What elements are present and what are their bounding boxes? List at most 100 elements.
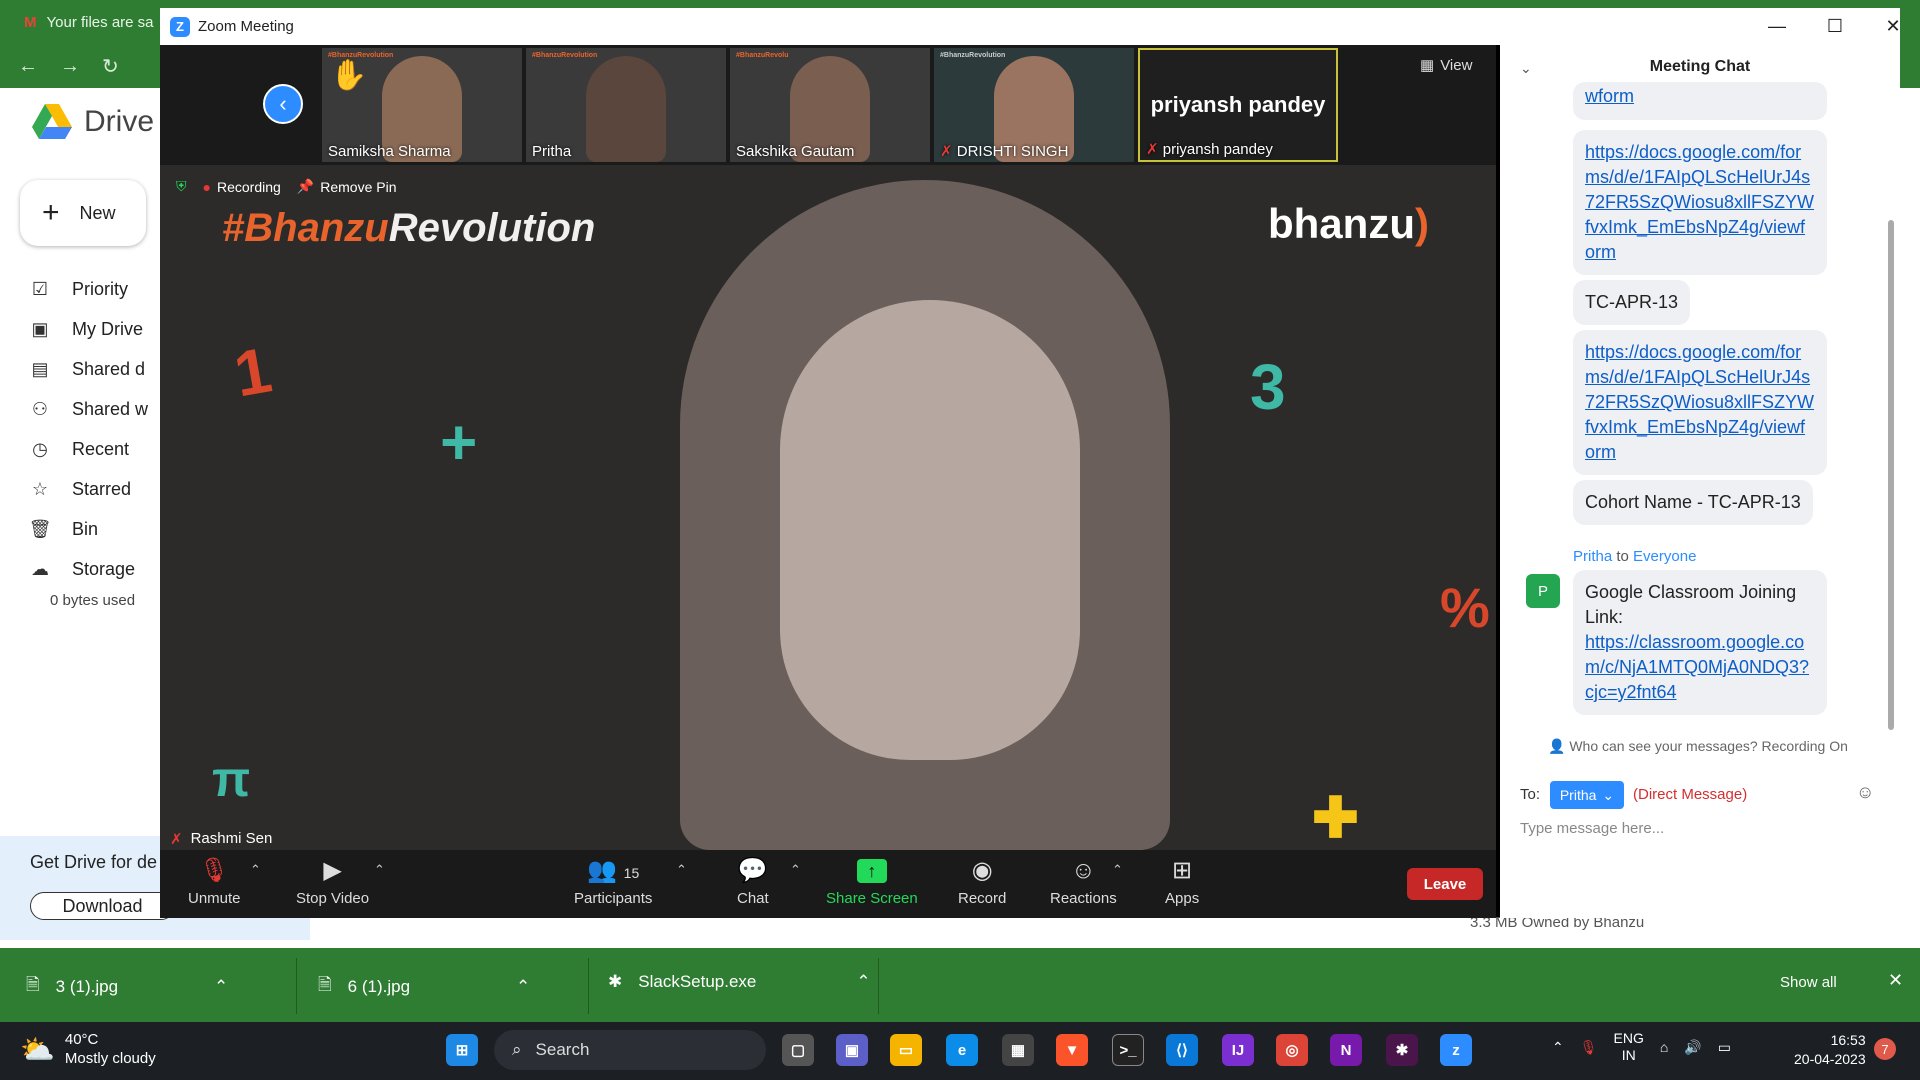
task-view-icon[interactable]: ▢ — [782, 1034, 814, 1066]
recipient-select[interactable]: Pritha ⌄ — [1550, 781, 1624, 809]
record-button[interactable]: ◉ Record — [958, 856, 1006, 907]
language-indicator[interactable]: ENG IN — [1614, 1030, 1644, 1064]
chevron-up-icon[interactable]: ⌃ — [1552, 1039, 1564, 1056]
reload-icon[interactable]: ↻ — [102, 54, 119, 79]
remove-pin-button[interactable]: 📌 Remove Pin — [297, 178, 397, 195]
participant-name: Samiksha Sharma — [328, 143, 451, 160]
chat-link[interactable]: https://docs.google.com/forms/d/e/1FAIpQ… — [1585, 342, 1814, 462]
speaker-nametag: ✗ Rashmi Sen — [170, 830, 272, 848]
leave-button[interactable]: Leave — [1407, 868, 1483, 900]
chrome-icon[interactable]: ◎ — [1276, 1034, 1308, 1066]
taskbar-search[interactable]: ⌕ Search — [494, 1030, 766, 1070]
terminal-icon[interactable]: >_ — [1112, 1034, 1144, 1066]
mic-off-icon: 🎙 — [199, 857, 230, 884]
minimize-icon[interactable]: — — [1748, 8, 1806, 45]
nav-item-storage[interactable]: ☁ Storage — [26, 554, 135, 584]
pin-icon: 📌 — [296, 178, 315, 194]
slack-icon[interactable]: ✱ — [1386, 1034, 1418, 1066]
video-off-name: priyansh pandey — [1150, 92, 1326, 117]
onenote-icon[interactable]: N — [1330, 1034, 1362, 1066]
hashtag-suffix: Revolution — [388, 206, 596, 250]
speaker-face — [780, 300, 1080, 760]
nav-item-starred[interactable]: ☆ Starred — [26, 474, 131, 504]
nav-item-shared-with-me[interactable]: ⚇ Shared w — [26, 394, 148, 424]
network-icon[interactable]: ⌂ — [1660, 1039, 1668, 1055]
close-icon[interactable]: ✕ — [1864, 8, 1920, 45]
drive-logo-icon — [32, 104, 72, 139]
participant-tile[interactable]: #BhanzuRevolution ✗ DRISHTI SINGH — [934, 48, 1134, 162]
microphone-icon[interactable]: 🎙 — [1580, 1039, 1598, 1056]
nav-item-bin[interactable]: 🗑 Bin — [26, 514, 98, 544]
recipient-value: Pritha — [1559, 787, 1597, 803]
chevron-up-icon[interactable]: ⌃ — [516, 977, 530, 997]
chevron-down-icon: ⌄ — [1602, 786, 1615, 803]
chat-chevron-icon[interactable]: ⌃ — [790, 862, 801, 878]
file-explorer-icon[interactable]: ▭ — [890, 1034, 922, 1066]
close-icon[interactable]: ✕ — [1888, 970, 1903, 991]
reactions-button[interactable]: ☺ Reactions — [1050, 856, 1117, 907]
chevron-up-icon[interactable]: ⌃ — [856, 972, 870, 992]
download-item[interactable]: 🗎 3 (1).jpg ⌃ — [26, 972, 228, 1001]
share-screen-button[interactable]: ↑ Share Screen — [826, 856, 918, 907]
clock[interactable]: 16:53 20-04-2023 — [1794, 1031, 1866, 1069]
weather-widget[interactable]: ⛅ 40°C Mostly cloudy — [20, 1030, 156, 1068]
chat-button[interactable]: 💬 Chat — [737, 856, 769, 907]
edge-icon[interactable]: e — [946, 1034, 978, 1066]
unmute-button[interactable]: 🎙 Unmute — [188, 856, 241, 907]
nav-item-recent[interactable]: ◷ Recent — [26, 434, 129, 464]
windows-start-icon[interactable]: ⊞ — [446, 1034, 478, 1066]
recipient-name[interactable]: Everyone — [1633, 548, 1696, 565]
reactions-chevron-icon[interactable]: ⌃ — [1112, 862, 1123, 878]
back-icon[interactable]: ← — [18, 55, 38, 78]
vscode-icon[interactable]: ⟨⟩ — [1166, 1034, 1198, 1066]
muted-mic-icon: ✗ — [170, 831, 183, 848]
chat-link[interactable]: https://classroom.google.com/c/NjA1MTQ0M… — [1585, 632, 1809, 702]
privacy-text: Who can see your messages? Recording On — [1569, 738, 1848, 754]
brave-icon[interactable]: ▼ — [1056, 1034, 1088, 1066]
new-button[interactable]: + New — [20, 180, 146, 246]
chat-link[interactable]: https://docs.google.com/forms/d/e/1FAIpQ… — [1585, 142, 1814, 262]
show-all-button[interactable]: Show all — [1780, 974, 1837, 991]
forward-icon[interactable]: → — [60, 55, 80, 78]
participant-tile[interactable]: #BhanzuRevolution Pritha — [526, 48, 726, 162]
participants-chevron-icon[interactable]: ⌃ — [676, 862, 687, 878]
cloud-sun-icon: ⛅ — [20, 1033, 55, 1065]
notification-badge[interactable]: 7 — [1874, 1038, 1896, 1060]
sender-name[interactable]: Pritha — [1573, 548, 1612, 565]
video-options-chevron-icon[interactable]: ⌃ — [374, 862, 385, 878]
chat-input[interactable]: Type message here... — [1520, 820, 1664, 837]
chevron-up-icon[interactable]: ⌃ — [214, 977, 228, 997]
teams-chat-icon[interactable]: ▣ — [836, 1034, 868, 1066]
store-icon[interactable]: ▦ — [1002, 1034, 1034, 1066]
participants-button[interactable]: 👥 15 Participants — [574, 856, 652, 907]
download-item[interactable]: 🗎 6 (1).jpg ⌃ — [318, 972, 530, 1001]
zoom-icon[interactable]: z — [1440, 1034, 1472, 1066]
chat-scrollbar[interactable] — [1888, 220, 1894, 730]
drive-logo[interactable]: Drive — [32, 104, 154, 140]
participant-tile[interactable]: #BhanzuRevolution ✋ Samiksha Sharma — [322, 48, 522, 162]
nav-item-my-drive[interactable]: ▣ My Drive — [26, 314, 143, 344]
download-item[interactable]: ✱ SlackSetup.exe ⌃ — [608, 972, 871, 992]
audio-options-chevron-icon[interactable]: ⌃ — [250, 862, 261, 878]
intellij-icon[interactable]: IJ — [1222, 1034, 1254, 1066]
stop-video-button[interactable]: ▶ Stop Video — [296, 856, 369, 907]
nav-item-priority[interactable]: ☑ Priority — [26, 274, 128, 304]
maximize-icon[interactable]: ☐ — [1806, 8, 1864, 45]
volume-icon[interactable]: 🔊 — [1684, 1039, 1701, 1056]
participant-tile[interactable]: priyansh pandey ✗ priyansh pandey — [1138, 48, 1338, 162]
participant-tile[interactable]: #BhanzuRevolu Sakshika Gautam — [730, 48, 930, 162]
temperature: 40°C — [64, 1031, 99, 1048]
battery-icon[interactable]: ▭ — [1718, 1039, 1731, 1056]
speaker-name: Rashmi Sen — [190, 830, 273, 847]
download-button[interactable]: Download — [30, 892, 175, 920]
recording-indicator[interactable]: ● Recording — [203, 179, 281, 195]
privacy-notice[interactable]: 👤 Who can see your messages? Recording O… — [1548, 738, 1848, 755]
browser-tab[interactable]: M Your files are sa — [0, 0, 154, 44]
prev-page-icon[interactable]: ‹ — [263, 84, 303, 124]
people-icon: 👥 — [587, 857, 617, 884]
view-button[interactable]: ▦ View — [1420, 56, 1472, 75]
apps-button[interactable]: ⊞ Apps — [1165, 856, 1199, 907]
emoji-icon[interactable]: ☺ — [1856, 782, 1874, 803]
nav-item-shared-drives[interactable]: ▤ Shared d — [26, 354, 145, 384]
nav-label: Shared w — [72, 398, 149, 419]
